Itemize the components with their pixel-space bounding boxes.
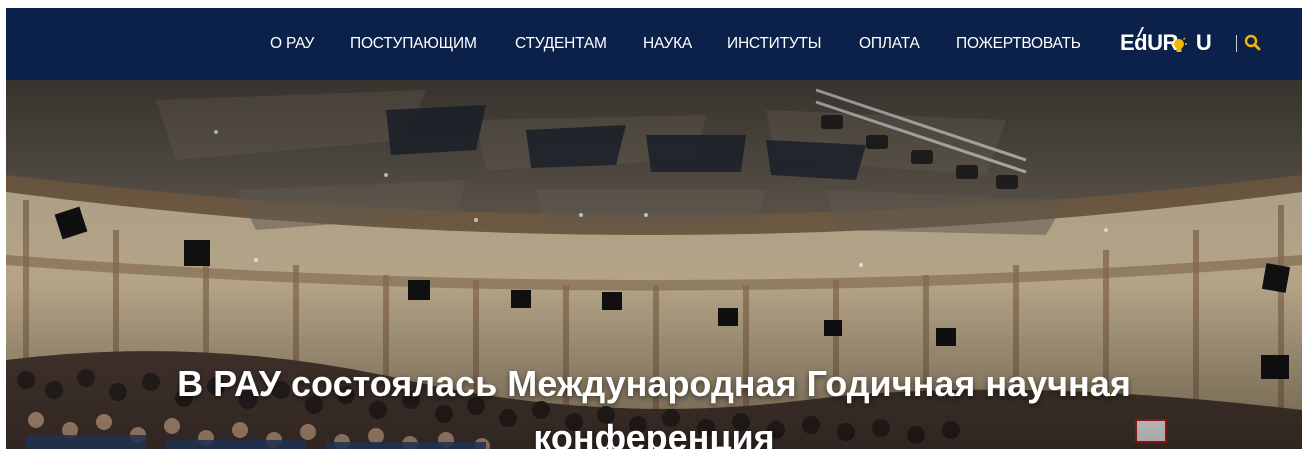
nav-item-institutes[interactable]: ИНСТИТУТЫ [727,34,822,54]
nav-item-donate[interactable]: ПОЖЕРТВОВАТЬ [956,34,1081,54]
graduation-cap-icon [1137,27,1144,37]
search-icon [1244,34,1261,51]
main-navigation: О РАУ ПОСТУПАЮЩИМ СТУДЕНТАМ НАУКА ИНСТИТ… [6,8,1302,80]
nav-item-payment[interactable]: ОПЛАТА [859,34,920,54]
nav-item-students[interactable]: СТУДЕНТАМ [515,34,607,54]
nav-item-about[interactable]: О РАУ [270,34,314,54]
nav-item-science[interactable]: НАУКА [643,34,692,54]
top-strip [0,0,1309,8]
logo-wordmark: EdUR U [1120,30,1212,55]
lightbulb-icon [1171,37,1187,52]
nav-item-applicants[interactable]: ПОСТУПАЮЩИМ [350,34,477,54]
hero-title[interactable]: В РАУ состоялась Международная Годичная … [66,357,1242,449]
search-button[interactable] [1243,33,1263,53]
hero-banner[interactable]: В РАУ состоялась Международная Годичная … [6,80,1302,449]
nav-divider [1236,35,1237,52]
